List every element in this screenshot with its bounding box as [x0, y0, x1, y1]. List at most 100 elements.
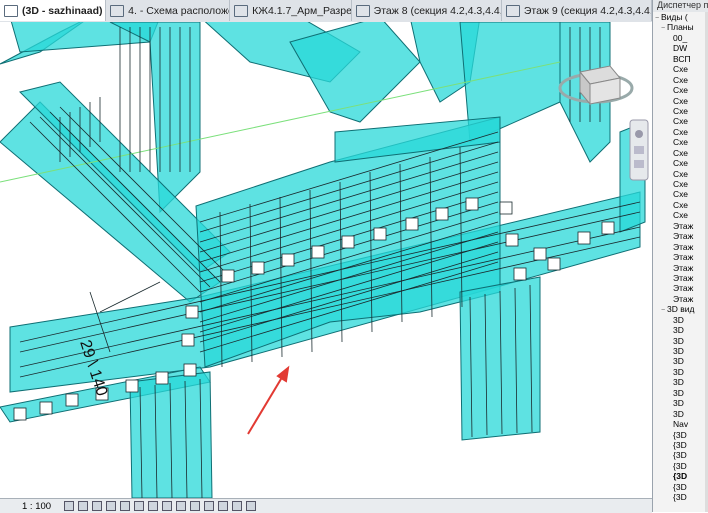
tree-item[interactable]: 3D — [653, 367, 708, 377]
reveal-constraints-icon[interactable] — [246, 501, 256, 511]
tree-item[interactable]: ВСП — [653, 54, 708, 64]
tab-floor-9[interactable]: Этаж 9 (секция 4.2,4.3,4.4,4.5) — [502, 0, 652, 21]
tree-item[interactable]: Схе — [653, 75, 708, 85]
crop-view-icon[interactable] — [134, 501, 144, 511]
tree-item[interactable]: Схе — [653, 85, 708, 95]
tree-item[interactable]: DW — [653, 43, 708, 53]
tree-item-label: 3D — [673, 366, 684, 377]
temporary-view-icon[interactable] — [204, 501, 214, 511]
tree-item[interactable]: Схе — [653, 148, 708, 158]
highlight-displacement-icon[interactable] — [232, 501, 242, 511]
view-control-bar: 1 : 100 — [0, 498, 652, 513]
sun-path-icon[interactable] — [92, 501, 102, 511]
tree-item-label: Схе — [673, 137, 689, 148]
tree-item[interactable]: Этаж — [653, 263, 708, 273]
tree-item[interactable]: 3D — [653, 377, 708, 387]
tab-label: 4. - Схема расположения вертика... — [128, 4, 229, 17]
tree-item[interactable]: Схе — [653, 127, 708, 137]
tree-item-label: {3D — [673, 439, 687, 450]
tree-item[interactable]: 3D — [653, 398, 708, 408]
tree-item[interactable]: {3D — [653, 471, 708, 481]
tree-item[interactable]: Схе — [653, 179, 708, 189]
tree-item[interactable]: Nav — [653, 419, 708, 429]
tree-item[interactable]: {3D — [653, 440, 708, 450]
tree-item[interactable]: Схе — [653, 106, 708, 116]
show-crop-icon[interactable] — [148, 501, 158, 511]
tree-item-label: Этаж — [673, 231, 694, 242]
tree-item[interactable]: − Виды ( — [653, 12, 708, 22]
lock-view-icon[interactable] — [162, 501, 172, 511]
tree-item[interactable]: Схе — [653, 210, 708, 220]
tree-item[interactable]: Этаж — [653, 242, 708, 252]
tree-item[interactable]: Схе — [653, 189, 708, 199]
tree-item[interactable]: Этаж — [653, 294, 708, 304]
tree-item-label: Этаж — [673, 252, 694, 263]
tree-item-label: Этаж — [673, 220, 694, 231]
tree-item-label: {3D — [673, 429, 687, 440]
tree-item-label: Этаж — [673, 283, 694, 294]
tab-3d-view[interactable]: (3D - sazhinaad) ✕ — [0, 0, 107, 21]
render-icon[interactable] — [120, 501, 130, 511]
plan-view-icon — [505, 4, 520, 17]
tab-label: Этаж 8 (секция 4.2,4.3,4.4,4.5) — [373, 4, 502, 17]
tree-item[interactable]: 3D — [653, 388, 708, 398]
tree-item-label: 3D — [673, 346, 684, 356]
tree-item-label: Этаж — [673, 241, 694, 252]
tree-item[interactable]: Этаж — [653, 283, 708, 293]
tree-item-label: Схе — [673, 105, 689, 116]
tree-item[interactable]: Этаж — [653, 221, 708, 231]
plan-view-icon — [355, 4, 370, 17]
tree-item-label: DW — [673, 43, 688, 54]
tree-item[interactable]: Этаж — [653, 231, 708, 241]
3d-model-viewport[interactable]: 29 \ 140 — [0, 22, 652, 498]
tree-item-label: Схе — [673, 95, 689, 106]
tree-item[interactable]: − Планы — [653, 22, 708, 32]
tree-item-label: Виды ( — [661, 12, 688, 22]
tree-item-label: Схе — [673, 199, 689, 210]
visual-style-icon[interactable] — [78, 501, 88, 511]
tab-floor-8[interactable]: Этаж 8 (секция 4.2,4.3,4.4,4.5) — [352, 0, 502, 21]
tree-item-label: 00_ — [673, 32, 688, 43]
tree-item[interactable]: Схе — [653, 137, 708, 147]
tree-item[interactable]: 00_ — [653, 33, 708, 43]
tree-item[interactable]: {3D — [653, 430, 708, 440]
tree-item[interactable]: Этаж — [653, 273, 708, 283]
tree-item[interactable]: 3D — [653, 346, 708, 356]
detail-level-icon[interactable] — [64, 501, 74, 511]
tree-item[interactable]: −3D вид — [653, 304, 708, 314]
tree-item[interactable]: Схе — [653, 200, 708, 210]
scale-label[interactable]: 1 : 100 — [0, 501, 64, 512]
tree-item-label: {3D — [673, 450, 687, 461]
tree-item[interactable]: 3D — [653, 356, 708, 366]
navigation-bar — [629, 119, 649, 181]
tree-item[interactable]: {3D — [653, 450, 708, 460]
tree-item-label: Схе — [673, 116, 689, 127]
tree-item[interactable]: Схе — [653, 64, 708, 74]
reveal-hidden-icon[interactable] — [190, 501, 200, 511]
upper-beam — [289, 22, 421, 123]
tree-item[interactable]: 3D — [653, 325, 708, 335]
tree-item[interactable]: {3D — [653, 461, 708, 471]
tree-item[interactable]: 3D — [653, 315, 708, 325]
tree-item-label: {3D — [673, 471, 688, 482]
tree-item[interactable]: Схе — [653, 96, 708, 106]
tree-item-label: 3D — [673, 356, 684, 367]
analytical-model-icon[interactable] — [218, 501, 228, 511]
tree-item[interactable]: {3D — [653, 482, 708, 492]
tree-item[interactable]: 3D — [653, 336, 708, 346]
tree-item[interactable]: 3D — [653, 409, 708, 419]
tree-item-label: 3D — [673, 377, 684, 388]
tree-item[interactable]: Этаж — [653, 252, 708, 262]
section-view-icon — [234, 4, 249, 17]
tree-item[interactable]: Схе — [653, 169, 708, 179]
tree-item[interactable]: Схе — [653, 158, 708, 168]
sheet-icon — [110, 4, 125, 17]
tab-sheet[interactable]: 4. - Схема расположения вертика... — [106, 0, 231, 21]
tab-label: КЖ4.1.7_Арм_Разрез 2 — [252, 4, 352, 17]
hide-isolate-icon[interactable] — [176, 501, 186, 511]
shadows-icon[interactable] — [106, 501, 116, 511]
tree-item[interactable]: Схе — [653, 116, 708, 126]
view-tab-bar: (3D - sazhinaad) ✕ 4. - Схема расположен… — [0, 0, 652, 23]
tab-section[interactable]: КЖ4.1.7_Арм_Разрез 2 — [230, 0, 352, 21]
tree-item[interactable]: {3D — [653, 492, 708, 502]
